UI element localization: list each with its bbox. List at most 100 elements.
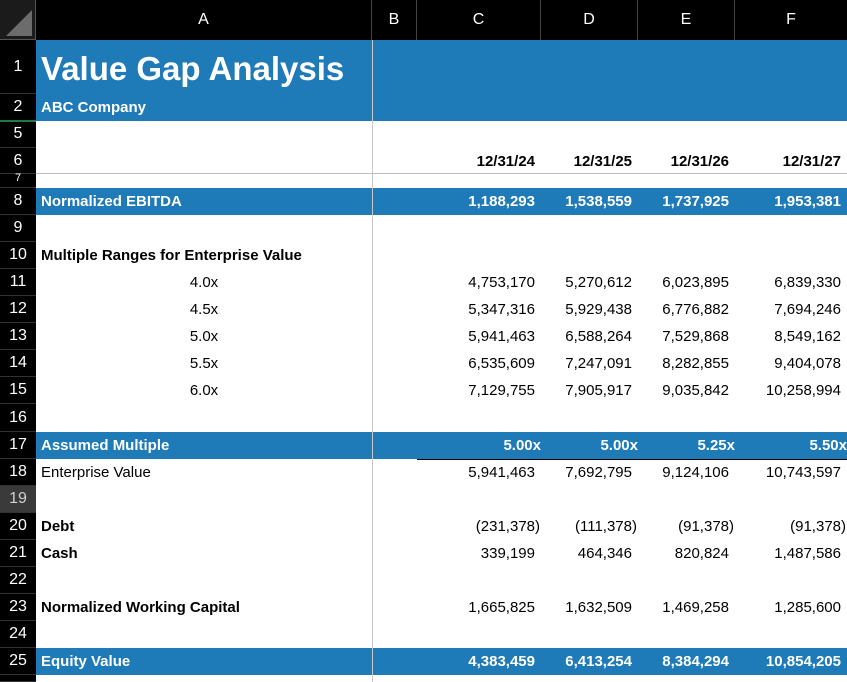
enterprise-value-d[interactable]: 7,692,795: [541, 459, 638, 486]
enterprise-value-f[interactable]: 10,743,597: [735, 459, 847, 486]
row-header-12[interactable]: 12: [0, 296, 36, 323]
row-header-22[interactable]: 22: [0, 567, 36, 594]
row-header-16[interactable]: 16: [0, 404, 36, 432]
column-header-b[interactable]: B: [372, 0, 417, 40]
range-value-d[interactable]: 7,905,917: [541, 377, 638, 404]
multiple-label[interactable]: 4.0x: [36, 269, 372, 296]
ebitda-value-f[interactable]: 1,953,381: [735, 188, 847, 215]
enterprise-value-c[interactable]: 5,941,463: [417, 459, 541, 486]
range-value-c[interactable]: 7,129,755: [417, 377, 541, 404]
assumed-multiple-label[interactable]: Assumed Multiple: [36, 432, 372, 459]
cash-value-c[interactable]: 339,199: [417, 540, 541, 567]
range-value-c[interactable]: 4,753,170: [417, 269, 541, 296]
range-value-f[interactable]: 7,694,246: [735, 296, 847, 323]
row-header-13[interactable]: 13: [0, 323, 36, 350]
row-header-21[interactable]: 21: [0, 540, 36, 567]
range-value-d[interactable]: 5,929,438: [541, 296, 638, 323]
row-header-next[interactable]: [0, 675, 36, 682]
debt-value-f[interactable]: (91,378): [735, 513, 847, 540]
multiple-label[interactable]: 6.0x: [36, 377, 372, 404]
range-value-e[interactable]: 6,023,895: [638, 269, 735, 296]
column-header-a[interactable]: A: [36, 0, 372, 40]
ebitda-label[interactable]: Normalized EBITDA: [36, 188, 372, 215]
date-header-d[interactable]: 12/31/25: [541, 148, 638, 174]
cash-label[interactable]: Cash: [36, 540, 372, 567]
multiple-label[interactable]: 5.5x: [36, 350, 372, 377]
working-capital-c[interactable]: 1,665,825: [417, 594, 541, 621]
column-header-e[interactable]: E: [638, 0, 735, 40]
multiple-ranges-label[interactable]: Multiple Ranges for Enterprise Value: [36, 242, 436, 269]
assumed-multiple-c[interactable]: 5.00x: [417, 432, 541, 459]
selection-indicator: [0, 120, 36, 122]
row-header-10[interactable]: 10: [0, 242, 36, 269]
ebitda-value-c[interactable]: 1,188,293: [417, 188, 541, 215]
company-name[interactable]: ABC Company: [36, 94, 146, 121]
row-header-19[interactable]: 19: [0, 486, 36, 513]
ebitda-value-e[interactable]: 1,737,925: [638, 188, 735, 215]
row-header-6[interactable]: 6: [0, 148, 36, 174]
working-capital-d[interactable]: 1,632,509: [541, 594, 638, 621]
enterprise-value-label[interactable]: Enterprise Value: [36, 459, 372, 486]
cash-value-f[interactable]: 1,487,586: [735, 540, 847, 567]
debt-value-d[interactable]: (111,378): [541, 513, 638, 540]
row-header-17[interactable]: 17: [0, 432, 36, 459]
row-header-1[interactable]: 1: [0, 40, 36, 94]
range-value-f[interactable]: 6,839,330: [735, 269, 847, 296]
row-header-5[interactable]: 5: [0, 121, 36, 148]
column-header-c[interactable]: C: [417, 0, 541, 40]
row-header-23[interactable]: 23: [0, 594, 36, 621]
row-header-8[interactable]: 8: [0, 188, 36, 215]
range-value-e[interactable]: 7,529,868: [638, 323, 735, 350]
ebitda-value-d[interactable]: 1,538,559: [541, 188, 638, 215]
range-value-e[interactable]: 8,282,855: [638, 350, 735, 377]
date-header-c[interactable]: 12/31/24: [417, 148, 541, 174]
enterprise-value-e[interactable]: 9,124,106: [638, 459, 735, 486]
debt-value-c[interactable]: (231,378): [417, 513, 541, 540]
column-header-f[interactable]: F: [735, 0, 847, 40]
row-header-18[interactable]: 18: [0, 459, 36, 486]
spreadsheet: A B C D E F 1 2 5 6 7 8 9 10 11 12 13 14…: [0, 0, 847, 682]
debt-label[interactable]: Debt: [36, 513, 372, 540]
range-value-e[interactable]: 9,035,842: [638, 377, 735, 404]
equity-value-label[interactable]: Equity Value: [36, 648, 372, 675]
row-header-14[interactable]: 14: [0, 350, 36, 377]
multiple-label[interactable]: 5.0x: [36, 323, 372, 350]
range-value-f[interactable]: 8,549,162: [735, 323, 847, 350]
range-value-c[interactable]: 5,347,316: [417, 296, 541, 323]
range-value-d[interactable]: 7,247,091: [541, 350, 638, 377]
range-value-d[interactable]: 6,588,264: [541, 323, 638, 350]
row-header-2[interactable]: 2: [0, 94, 36, 121]
range-value-d[interactable]: 5,270,612: [541, 269, 638, 296]
assumed-multiple-d[interactable]: 5.00x: [541, 432, 638, 459]
row-header-24[interactable]: 24: [0, 621, 36, 648]
working-capital-e[interactable]: 1,469,258: [638, 594, 735, 621]
date-header-f[interactable]: 12/31/27: [735, 148, 847, 174]
range-value-c[interactable]: 5,941,463: [417, 323, 541, 350]
cash-value-d[interactable]: 464,346: [541, 540, 638, 567]
row-header-7[interactable]: 7: [0, 173, 36, 188]
row-header-15[interactable]: 15: [0, 377, 36, 404]
debt-value-e[interactable]: (91,378): [638, 513, 735, 540]
range-value-f[interactable]: 10,258,994: [735, 377, 847, 404]
assumed-multiple-e[interactable]: 5.25x: [638, 432, 735, 459]
equity-value-f[interactable]: 10,854,205: [735, 648, 847, 675]
row-header-20[interactable]: 20: [0, 513, 36, 540]
date-header-e[interactable]: 12/31/26: [638, 148, 735, 174]
working-capital-label[interactable]: Normalized Working Capital: [36, 594, 372, 621]
range-value-e[interactable]: 6,776,882: [638, 296, 735, 323]
range-value-c[interactable]: 6,535,609: [417, 350, 541, 377]
equity-value-e[interactable]: 8,384,294: [638, 648, 735, 675]
column-header-d[interactable]: D: [541, 0, 638, 40]
multiple-label[interactable]: 4.5x: [36, 296, 372, 323]
select-all-corner[interactable]: [0, 0, 36, 40]
cash-value-e[interactable]: 820,824: [638, 540, 735, 567]
equity-value-d[interactable]: 6,413,254: [541, 648, 638, 675]
equity-value-c[interactable]: 4,383,459: [417, 648, 541, 675]
row-header-25[interactable]: 25: [0, 648, 36, 675]
row-header-11[interactable]: 11: [0, 269, 36, 296]
working-capital-f[interactable]: 1,285,600: [735, 594, 847, 621]
row-header-9[interactable]: 9: [0, 215, 36, 242]
assumed-multiple-f[interactable]: 5.50x: [735, 432, 847, 459]
range-value-f[interactable]: 9,404,078: [735, 350, 847, 377]
sheet-title[interactable]: Value Gap Analysis: [41, 44, 344, 94]
